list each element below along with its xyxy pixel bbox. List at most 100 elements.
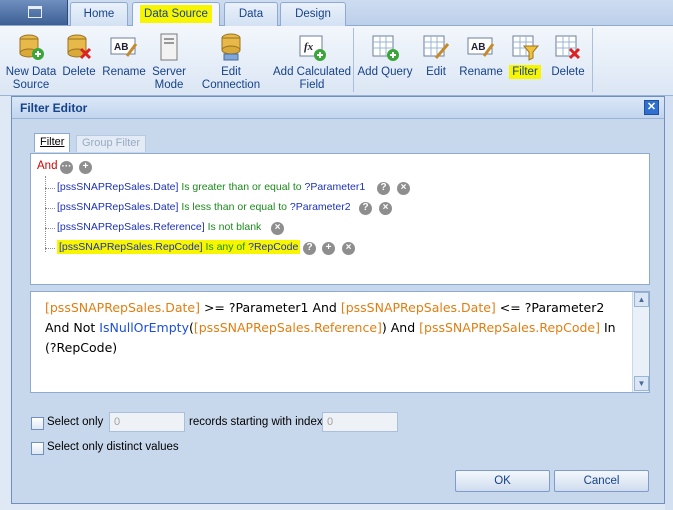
close-icon[interactable]: ✕ [644, 100, 659, 115]
scroll-up-icon[interactable]: ▲ [634, 292, 649, 307]
condition-operator[interactable]: Is greater than or equal to [181, 181, 301, 193]
expr-field: [pssSNAPRepSales.Date] [45, 300, 200, 315]
condition-row-highlighted[interactable]: [pssSNAPRepSales.RepCode] Is any of ?Rep… [57, 240, 301, 254]
condition-value[interactable]: ?RepCode [248, 241, 298, 253]
select-only-checkbox[interactable] [31, 417, 44, 430]
rename-query-label: Rename [459, 66, 503, 78]
select-only-label: Select only [47, 416, 104, 428]
tab-home-label: Home [83, 8, 115, 20]
filter-icon [510, 32, 540, 62]
cancel-button[interactable]: Cancel [554, 470, 649, 492]
expr-function: IsNullOrEmpty [99, 320, 189, 335]
parameter-help-icon[interactable]: ? [377, 182, 390, 195]
tree-connector [45, 228, 55, 229]
new-data-source-button[interactable]: New Data Source [4, 32, 58, 92]
svg-text:fx: fx [304, 41, 314, 53]
condition-field[interactable]: [pssSNAPRepSales.Date] [57, 201, 178, 213]
dialog-title-bar: Filter Editor ✕ [12, 97, 664, 119]
condition-value[interactable]: ?Parameter1 [305, 181, 366, 193]
server-mode-label-1: Server [152, 66, 186, 78]
remove-condition-icon[interactable]: × [379, 202, 392, 215]
select-only-count-input[interactable]: 0 [109, 412, 185, 432]
calculated-field-icon: fx [297, 32, 327, 62]
rename-query-button[interactable]: AB Rename [459, 32, 503, 79]
ribbon-group-separator [353, 28, 354, 92]
rename-data-source-label: Rename [102, 66, 146, 78]
filter-label: Filter [509, 65, 541, 79]
condition-operator[interactable]: Is any of [206, 241, 246, 253]
expr-text: >= ?Parameter1 And [199, 300, 341, 315]
add-value-icon[interactable]: + [322, 242, 335, 255]
delete-query-label: Delete [551, 66, 585, 78]
tab-data-source-label: Data Source [140, 5, 212, 23]
remove-condition-icon[interactable]: × [342, 242, 355, 255]
server-mode-label-2: Mode [154, 79, 184, 91]
edit-connection-label: Edit Connection [201, 66, 261, 91]
delete-query-icon [553, 32, 583, 62]
condition-field[interactable]: [pssSNAPRepSales.Reference] [57, 221, 205, 233]
group-actions-icon[interactable]: ··· [60, 161, 73, 174]
application-menu-button[interactable] [0, 0, 68, 25]
delete-query-button[interactable]: Delete [549, 32, 587, 79]
root-group-operator[interactable]: And [37, 160, 57, 172]
remove-condition-icon[interactable]: × [397, 182, 410, 195]
filter-expression-editor[interactable]: [pssSNAPRepSales.Date] >= ?Parameter1 An… [30, 291, 650, 393]
tree-connector [45, 188, 55, 189]
tab-data[interactable]: Data [224, 2, 278, 26]
tab-group-filter-label: Group Filter [82, 137, 141, 149]
add-query-label: Add Query [357, 66, 413, 78]
remove-condition-icon[interactable]: × [271, 222, 284, 235]
add-query-icon [370, 32, 400, 62]
condition-row[interactable]: [pssSNAPRepSales.Date] Is greater than o… [57, 181, 365, 193]
edit-query-label: Edit [426, 66, 446, 78]
ok-button[interactable]: OK [455, 470, 550, 492]
add-calculated-field-label-2: Field [299, 79, 325, 91]
parameter-help-icon[interactable]: ? [359, 202, 372, 215]
add-condition-icon[interactable]: + [79, 161, 92, 174]
database-delete-icon [64, 32, 94, 62]
tab-filter[interactable]: Filter [34, 133, 71, 152]
ribbon-tab-bar: Home Data Source Data Design [0, 0, 673, 26]
tree-connector [45, 208, 55, 209]
condition-field[interactable]: [pssSNAPRepSales.Date] [57, 181, 178, 193]
database-add-icon [16, 32, 46, 62]
add-query-button[interactable]: Add Query [357, 32, 413, 79]
condition-value[interactable]: ?Parameter2 [290, 201, 351, 213]
parameter-help-icon[interactable]: ? [303, 242, 316, 255]
edit-query-icon [421, 32, 451, 62]
records-starting-label: records starting with index [189, 416, 323, 428]
condition-field[interactable]: [pssSNAPRepSales.RepCode] [59, 241, 203, 253]
tab-data-source[interactable]: Data Source [132, 2, 220, 26]
rename-icon: AB [109, 32, 139, 62]
tab-filter-label: Filter [40, 136, 65, 148]
delete-data-source-button[interactable]: Delete [61, 32, 97, 79]
filter-button[interactable]: Filter [508, 32, 542, 79]
scroll-down-icon[interactable]: ▼ [634, 376, 649, 391]
condition-row[interactable]: [pssSNAPRepSales.Date] Is less than or e… [57, 201, 351, 213]
rename-data-source-button[interactable]: AB Rename [102, 32, 146, 79]
start-index-input[interactable]: 0 [322, 412, 398, 432]
condition-operator[interactable]: Is less than or equal to [181, 201, 287, 213]
expression-scrollbar[interactable]: ▲ ▼ [632, 292, 649, 392]
tab-home[interactable]: Home [70, 2, 128, 26]
edit-connection-icon [216, 32, 246, 62]
add-calculated-field-label-1: Add Calculated [273, 66, 351, 78]
svg-text:AB: AB [471, 42, 485, 53]
add-calculated-field-button[interactable]: fx Add Calculated Field [273, 32, 351, 92]
tab-design[interactable]: Design [280, 2, 346, 26]
condition-operator[interactable]: Is not blank [208, 221, 262, 233]
server-mode-button[interactable]: Server Mode [150, 32, 188, 92]
tab-group-filter[interactable]: Group Filter [76, 135, 147, 152]
background-window-edge [665, 96, 673, 510]
condition-row[interactable]: [pssSNAPRepSales.Reference] Is not blank [57, 221, 261, 233]
filter-expression-text[interactable]: [pssSNAPRepSales.Date] >= ?Parameter1 An… [45, 298, 625, 358]
edit-query-button[interactable]: Edit [420, 32, 452, 79]
edit-connection-button[interactable]: Edit Connection [192, 32, 270, 92]
ribbon-group-separator [592, 28, 593, 92]
delete-data-source-label: Delete [62, 66, 96, 78]
expr-field: [pssSNAPRepSales.Reference] [193, 320, 382, 335]
dialog-title: Filter Editor [20, 101, 88, 115]
distinct-values-checkbox[interactable] [31, 442, 44, 455]
tab-data-label: Data [238, 8, 264, 20]
new-data-source-label-1: New Data [5, 66, 57, 78]
